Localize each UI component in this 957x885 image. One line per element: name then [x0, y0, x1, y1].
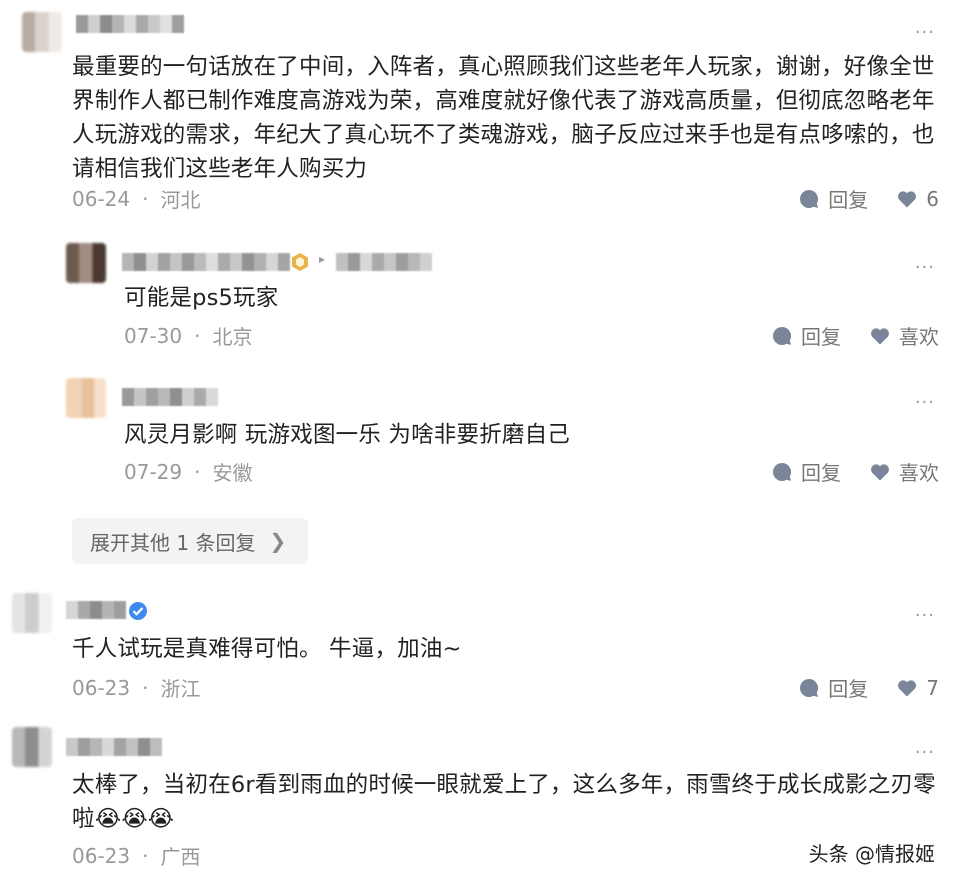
username-blurred[interactable]: [66, 601, 126, 619]
comment-text: 最重要的一句话放在了中间，入阵者，真心照顾我们这些老年人玩家，谢谢，好像全世 界…: [72, 50, 942, 186]
like-button[interactable]: 喜欢: [869, 321, 939, 350]
comment-icon: [800, 678, 819, 697]
comment-meta: 06-23 · 广西: [72, 841, 200, 870]
separator: ·: [142, 186, 149, 211]
heart-icon: [898, 679, 917, 696]
reply-text: 风灵月影啊 玩游戏图一乐 为啥非要折磨自己: [124, 422, 571, 448]
reply-actions: 回复 喜欢: [771, 457, 939, 486]
comment-location: 浙江: [160, 677, 201, 701]
heart-icon: [870, 463, 890, 480]
comment-icon: [773, 462, 792, 481]
reply-button[interactable]: 回复: [798, 673, 868, 702]
comment-text-line: 最重要的一句话放在了中间，入阵者，真心照顾我们这些老年人玩家，谢谢，好像全世: [72, 54, 935, 80]
comment-text-line: 界制作人都已制作难度高游戏为荣，高难度就好像代表了游戏高质量，但彻底忽略老年: [72, 88, 935, 114]
comment-date: 06-23: [72, 843, 131, 868]
heart-icon: [870, 327, 890, 344]
reply-meta: 07-30 · 北京: [124, 321, 252, 350]
comment-meta: 06-24 · 河北: [72, 184, 200, 213]
comment-text-line: 啦😭😭😭: [72, 806, 175, 832]
heart-icon: [898, 190, 917, 207]
comment-actions: 回复 6: [798, 184, 939, 213]
avatar[interactable]: [66, 243, 106, 283]
comment-meta: 06-23 · 浙江: [72, 673, 200, 702]
comment-location: 广西: [160, 845, 201, 869]
avatar[interactable]: [66, 378, 106, 418]
username-blurred[interactable]: [76, 15, 184, 33]
separator: ·: [142, 675, 149, 700]
comment-date: 06-23: [72, 675, 131, 700]
verified-icon: [129, 602, 147, 620]
username-blurred[interactable]: [122, 388, 218, 406]
avatar[interactable]: [12, 727, 52, 767]
reply-label: 回复: [801, 461, 841, 485]
reply-button[interactable]: 回复: [798, 184, 868, 213]
reply-location: 北京: [212, 325, 253, 349]
comment-text: 太棒了，当初在6r看到雨血的时候一眼就爱上了，这么多年，雨雪终于成长成影之刃零 …: [72, 768, 942, 836]
watermark: 头条 @情报姬: [808, 842, 935, 866]
comment-icon: [773, 326, 792, 345]
reply-meta: 07-29 · 安徽: [124, 457, 252, 486]
expand-replies-button[interactable]: 展开其他 1 条回复 ❯: [72, 518, 308, 564]
reply-text: 可能是ps5玩家: [124, 285, 279, 311]
reply-date: 07-30: [124, 323, 183, 348]
avatar[interactable]: [12, 593, 52, 633]
comment-icon: [800, 189, 819, 208]
reply-label: 回复: [828, 677, 869, 701]
comment-text-line: 请相信我们这些老年人购买力: [72, 156, 368, 182]
more-icon[interactable]: ···: [915, 394, 935, 412]
separator: ·: [194, 323, 201, 348]
like-button[interactable]: 6: [896, 187, 939, 211]
caret-right-icon: ▸: [319, 252, 326, 266]
chevron-right-icon: ❯: [269, 529, 287, 553]
comment-actions: 回复 7: [798, 673, 939, 702]
reply-date: 07-29: [124, 459, 183, 484]
more-icon[interactable]: ···: [915, 607, 935, 625]
comment-text: 千人试玩是真难得可怕。 牛逼，加油~: [72, 636, 462, 662]
like-label: 喜欢: [899, 325, 939, 349]
expand-replies-label: 展开其他 1 条回复: [90, 530, 256, 555]
like-button[interactable]: 喜欢: [869, 457, 939, 486]
like-label: 喜欢: [899, 461, 939, 485]
reply-button[interactable]: 回复: [771, 321, 841, 350]
reply-button[interactable]: 回复: [771, 457, 841, 486]
reply-actions: 回复 喜欢: [771, 321, 939, 350]
level-badge-icon: [292, 253, 308, 271]
reply-to-username-blurred[interactable]: [336, 253, 432, 271]
like-count: 6: [926, 186, 939, 211]
more-icon[interactable]: ···: [915, 24, 935, 42]
separator: ·: [142, 843, 149, 868]
separator: ·: [194, 459, 201, 484]
comment-date: 06-24: [72, 186, 131, 211]
like-count: 7: [926, 675, 939, 700]
reply-location: 安徽: [212, 461, 253, 485]
username-blurred[interactable]: [122, 253, 290, 271]
like-button[interactable]: 7: [896, 676, 939, 700]
reply-label: 回复: [828, 188, 869, 212]
more-icon[interactable]: ···: [915, 259, 935, 277]
comment-text-line: 人玩游戏的需求，年纪大了真心玩不了类魂游戏，脑子反应过来手也是有点哆嗦的，也: [72, 122, 935, 148]
reply-label: 回复: [801, 325, 841, 349]
more-icon[interactable]: ···: [915, 744, 935, 762]
comment-text-line: 太棒了，当初在6r看到雨血的时候一眼就爱上了，这么多年，雨雪终于成长成影之刃零: [72, 772, 936, 798]
comment-location: 河北: [160, 188, 201, 212]
avatar[interactable]: [22, 12, 62, 52]
username-blurred[interactable]: [66, 738, 162, 756]
